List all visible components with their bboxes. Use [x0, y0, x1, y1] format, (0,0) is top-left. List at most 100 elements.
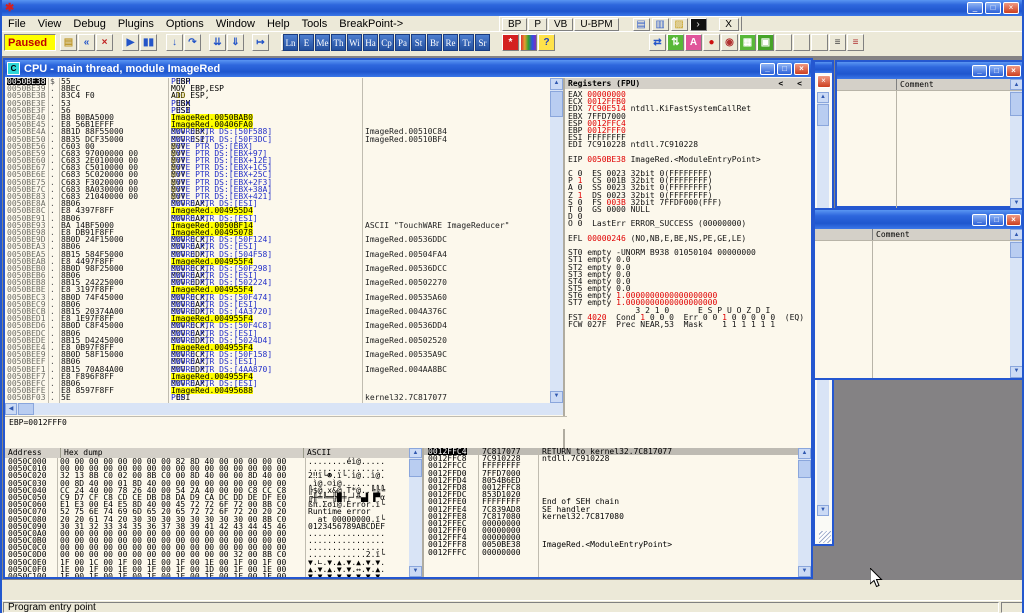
record-icon[interactable]: ●: [703, 34, 720, 51]
disasm-row[interactable]: 0050BF03.5EPOP ESIkernel32.7C817077: [5, 394, 550, 401]
disassembly-pane[interactable]: 0050BE38$55PUSH EBP0050BE39.8BECMOV EBP,…: [5, 78, 550, 403]
disasm-horizontal-scrollbar[interactable]: ◀: [5, 403, 563, 415]
stack-row[interactable]: 0012FFFC00000000: [424, 549, 811, 556]
options-gear-icon[interactable]: *: [502, 34, 519, 51]
column-header-blank[interactable]: [815, 229, 873, 240]
comment-top-scrollbar[interactable]: ▼: [1010, 91, 1023, 210]
tab-button-br[interactable]: Br: [427, 34, 442, 51]
blank-button[interactable]: [775, 34, 792, 51]
disasm-row[interactable]: 0050BEC3.8B0D 74F45000MOV ECX,DWORD PTR …: [5, 294, 550, 301]
tab-button-cp[interactable]: Cp: [379, 34, 394, 51]
register-line[interactable]: EIP 0050BE38 ImageRed.<ModuleEntryPoint>: [568, 156, 811, 163]
minimize-button[interactable]: _: [967, 2, 983, 14]
menu-help[interactable]: Help: [261, 17, 296, 31]
tab-button-pa[interactable]: Pa: [395, 34, 410, 51]
registers-nav-left[interactable]: <: [778, 79, 783, 88]
menu-debug[interactable]: Debug: [67, 17, 111, 31]
breakpoint-list-icon[interactable]: ≡: [847, 34, 864, 51]
restore-button[interactable]: □: [989, 214, 1004, 226]
pause-icon[interactable]: ▮▮: [140, 34, 157, 51]
tab-button-e[interactable]: E: [299, 34, 314, 51]
close-button[interactable]: ×: [794, 63, 809, 75]
step-over-icon[interactable]: ↷: [184, 34, 201, 51]
main-title-bar[interactable]: ✱ _ □ ×: [2, 0, 1022, 16]
menu-plugins[interactable]: Plugins: [112, 17, 160, 31]
blank-button[interactable]: [811, 34, 828, 51]
binary-icon[interactable]: ▦: [739, 34, 756, 51]
step-into-icon[interactable]: ↓: [166, 34, 183, 51]
disasm-row[interactable]: 0050BEF7.E8 F896F8FFCALL ImageRed.004955…: [5, 373, 550, 380]
close-button[interactable]: ×: [1006, 65, 1021, 77]
register-line[interactable]: FCW 027F Prec NEAR,53 Mask 1 1 1 1 1 1: [568, 321, 811, 328]
column-header-blank[interactable]: [837, 79, 897, 90]
disasm-vertical-scrollbar[interactable]: ▲ ▼: [550, 78, 563, 403]
tab-button-tr[interactable]: Tr: [459, 34, 474, 51]
console-icon[interactable]: ›: [690, 18, 707, 31]
comment-window-top[interactable]: _ □ × Comment ▲ ▼: [835, 60, 1024, 208]
restart-icon[interactable]: «: [78, 34, 95, 51]
tab-button-ln[interactable]: Ln: [283, 34, 298, 51]
disasm-row[interactable]: 0050BE38$55PUSH EBP: [5, 78, 550, 85]
menu-tools[interactable]: Tools: [296, 17, 334, 31]
close-program-icon[interactable]: ×: [96, 34, 113, 51]
disasm-row[interactable]: 0050BE9D.8B0D 24F15000MOV ECX,DWORD PTR …: [5, 236, 550, 243]
disasm-row[interactable]: 0050BEE9.8B0D 58F15000MOV ECX,DWORD PTR …: [5, 351, 550, 358]
dump-pane[interactable]: Address Hex dump ASCII ▲ 0050C00000 00 0…: [5, 448, 422, 577]
scroll-up-button[interactable]: ▲: [409, 448, 422, 458]
restore-button[interactable]: □: [985, 2, 1001, 14]
tab-button-th[interactable]: Th: [331, 34, 346, 51]
stack-pane[interactable]: 0012FFC47C817077RETURN to kernel32.7C817…: [424, 448, 811, 577]
tab-button-me[interactable]: Me: [315, 34, 330, 51]
registers-nav-right[interactable]: <: [797, 79, 802, 88]
registers-pane[interactable]: Registers (FPU) < < EAX 00000000ECX 0012…: [565, 78, 811, 448]
folder-icon[interactable]: ▨: [671, 18, 688, 31]
tab-button-re[interactable]: Re: [443, 34, 458, 51]
cpu-title-bar[interactable]: C CPU - main thread, module ImageRed _ □…: [5, 60, 811, 77]
tab-button-sr[interactable]: Sr: [475, 34, 490, 51]
menu-button-u-bpm[interactable]: U-BPM: [574, 18, 618, 31]
disasm-row[interactable]: 0050BE8C.E8 4397F8FFCALL ImageRed.004955…: [5, 207, 550, 214]
animate-into-icon[interactable]: ⇊: [209, 34, 226, 51]
close-button[interactable]: ×: [1006, 214, 1021, 226]
minimize-button[interactable]: _: [760, 63, 775, 75]
menu-button-p[interactable]: P: [528, 18, 547, 31]
stack-scrollbar[interactable]: ▲ ▼: [798, 448, 811, 577]
log-list-icon[interactable]: ≡: [829, 34, 846, 51]
restore-button[interactable]: □: [989, 65, 1004, 77]
comment-bottom-scrollbar[interactable]: ▼: [1010, 241, 1023, 378]
comment-window-bottom[interactable]: _ □ × Comment ▲ ▼: [813, 208, 1024, 380]
scroll-up-button[interactable]: ▲: [1010, 79, 1023, 90]
minimize-button[interactable]: _: [972, 214, 987, 226]
menu-window[interactable]: Window: [210, 17, 261, 31]
disasm-row[interactable]: 0050BEFE.E8 8597F8FFCALL ImageRed.004956…: [5, 387, 550, 394]
comment-column-header[interactable]: Comment: [897, 79, 1010, 90]
menu-breakpoint[interactable]: BreakPoint->: [333, 17, 409, 31]
register-line[interactable]: O 0 LastErr ERROR_SUCCESS (00000000): [568, 220, 811, 227]
register-line[interactable]: EDI 7C910228 ntdll.7C910228: [568, 141, 811, 148]
book-icon[interactable]: ▥: [652, 18, 669, 31]
close-button[interactable]: ×: [1003, 2, 1019, 14]
update-icon[interactable]: ⇅: [667, 34, 684, 51]
strip-resize-grip[interactable]: [819, 531, 831, 543]
strip-close-button[interactable]: ×: [817, 75, 831, 88]
window-icon[interactable]: ▣: [757, 34, 774, 51]
scroll-up-button[interactable]: ▲: [1010, 229, 1023, 240]
run-icon[interactable]: ▶: [122, 34, 139, 51]
animate-over-icon[interactable]: ⇓: [227, 34, 244, 51]
sync-arrows-icon[interactable]: ⇄: [649, 34, 666, 51]
menu-button-bp[interactable]: BP: [502, 18, 527, 31]
blank-button[interactable]: [793, 34, 810, 51]
exec-till-return-icon[interactable]: ↦: [252, 34, 269, 51]
disasm-row[interactable]: 0050BE3B.83C4 F0ADD ESP,-10: [5, 92, 550, 99]
dump-scrollbar[interactable]: ▼: [409, 458, 422, 577]
help-icon[interactable]: ?: [538, 34, 555, 51]
comment-column-header[interactable]: Comment: [873, 229, 1010, 240]
spiral-icon[interactable]: ◉: [721, 34, 738, 51]
register-line[interactable]: T 0 GS 0000 NULL: [568, 206, 811, 213]
menu-view[interactable]: View: [32, 17, 68, 31]
open-file-icon[interactable]: ▤: [60, 34, 77, 51]
tab-button-ha[interactable]: Ha: [363, 34, 378, 51]
disasm-row[interactable]: 0050BED6.8B0D C8F45000MOV ECX,DWORD PTR …: [5, 322, 550, 329]
menu-options[interactable]: Options: [160, 17, 210, 31]
minimize-button[interactable]: _: [972, 65, 987, 77]
